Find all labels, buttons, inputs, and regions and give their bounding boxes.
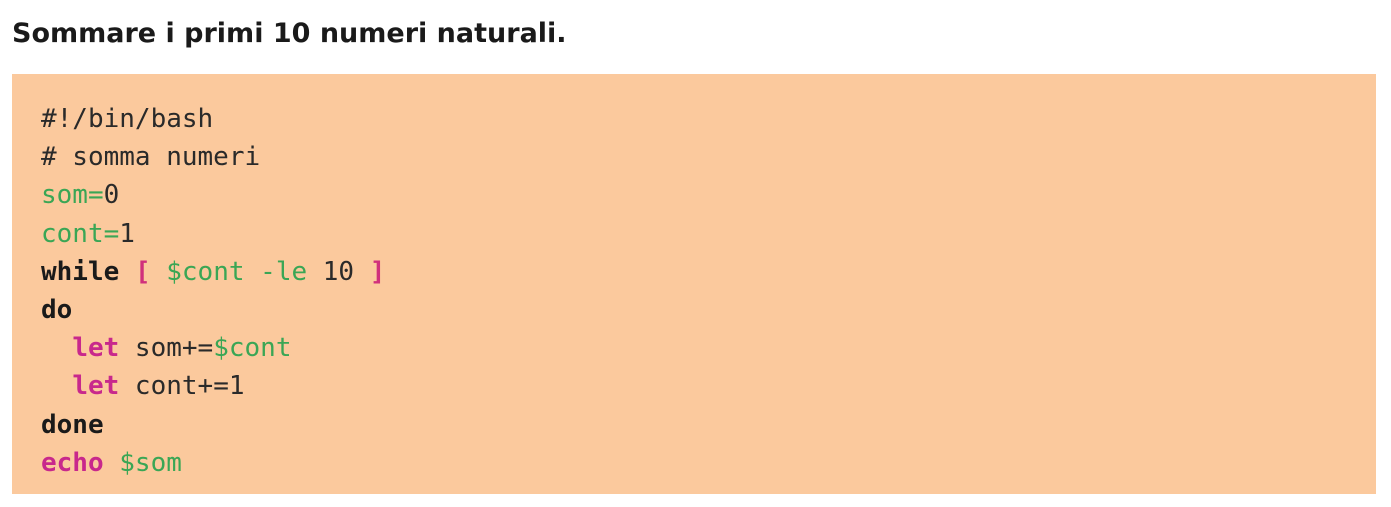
code-token-plain: #!/bin/bash	[41, 104, 214, 134]
code-token-bracket: ]	[369, 256, 386, 287]
code-token-green: $cont	[213, 333, 292, 364]
code-line: echo $som	[41, 444, 385, 482]
code-listing: #!/bin/bash # somma numeri som=0 cont=1 whil…	[41, 100, 385, 482]
code-token-green: som=	[41, 180, 104, 211]
code-line: #!/bin/bash	[41, 100, 385, 138]
page-title: Sommare i primi 10 numeri naturali.	[12, 18, 567, 49]
code-token-plain: 0	[103, 180, 120, 211]
code-token-plain: cont+=1	[119, 371, 245, 402]
code-line: let som+=$cont	[41, 329, 385, 367]
code-token-magenta: let	[72, 333, 120, 364]
code-line: let cont+=1	[41, 367, 385, 405]
code-token-bracket: [	[134, 256, 151, 287]
code-token-plain: 10	[322, 256, 355, 287]
code-token-plain: # somma numeri	[41, 142, 261, 173]
code-token-keyword: done	[41, 409, 104, 440]
code-token-magenta: let	[72, 371, 120, 402]
code-token-green: $cont -le	[150, 256, 323, 287]
code-line: # somma numeri	[41, 138, 385, 176]
code-token-plain: 1	[119, 218, 135, 249]
code-line: done	[41, 406, 385, 444]
code-line: som=0	[41, 176, 385, 214]
code-block: #!/bin/bash # somma numeri som=0 cont=1 whil…	[12, 74, 1376, 494]
code-token-keyword: do	[41, 294, 73, 325]
code-line: while [ $cont -le 10 ]	[41, 253, 385, 291]
code-line: cont=1	[41, 215, 385, 253]
code-token-plain: som+=	[119, 333, 214, 364]
code-token-green: $som	[119, 447, 182, 478]
code-token-green: cont=	[41, 218, 120, 249]
code-token-keyword: while	[41, 256, 120, 287]
code-line: do	[41, 291, 385, 329]
code-token-magenta: echo	[41, 447, 104, 478]
